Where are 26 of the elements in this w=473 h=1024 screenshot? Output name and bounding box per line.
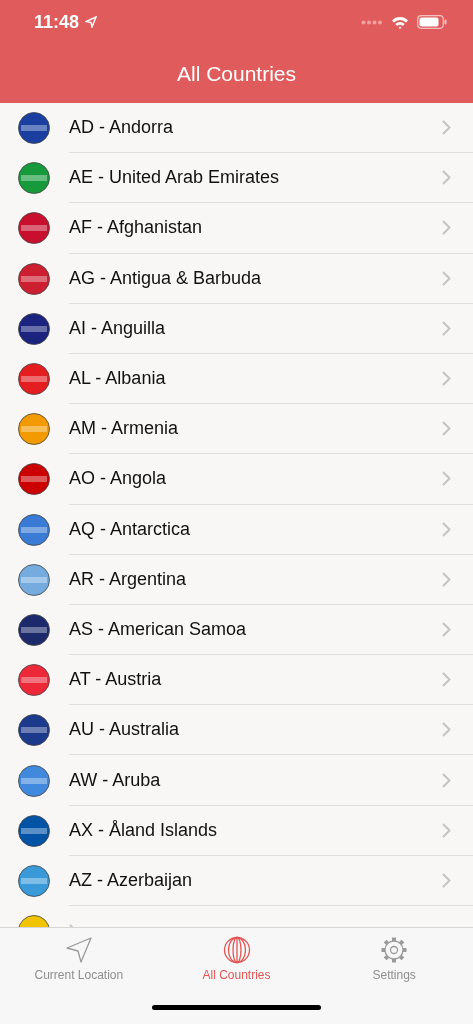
country-name[interactable]: AX - Åland Islands [69, 819, 442, 841]
battery-icon [417, 15, 447, 29]
country-name[interactable]: AR - Argentina [69, 568, 442, 590]
country-name[interactable]: AZ - Azerbaijan [69, 869, 442, 891]
country-name[interactable]: AL - Albania [69, 368, 442, 390]
tab-bar-item[interactable]: All Countries [157, 928, 316, 990]
globe-icon [222, 936, 251, 964]
country-name[interactable]: AG - Antigua & Barbuda [69, 267, 442, 289]
status-time: 11:48 [34, 11, 80, 33]
country-name[interactable]: AQ - Antarctica [69, 518, 442, 540]
country-name[interactable]: AT - Austria [69, 669, 442, 691]
country-name[interactable]: AU - Australia [69, 719, 442, 741]
signal-icon [361, 19, 383, 25]
country-name[interactable]: AI - Anguilla [69, 317, 442, 339]
nav-title: All Countries [176, 61, 297, 86]
country-name[interactable]: AW - Aruba [69, 769, 442, 791]
wifi-icon [391, 15, 409, 29]
settings-icon [380, 936, 409, 964]
location-arrow-icon [85, 16, 98, 28]
country-name[interactable]: AS - American Samoa [69, 618, 442, 640]
country-name[interactable]: AE - United Arab Emirates [69, 167, 442, 189]
location-arrow-icon [64, 936, 93, 964]
country-name[interactable]: AD - Andorra [69, 117, 442, 139]
country-name[interactable]: AM - Armenia [69, 418, 442, 440]
country-name[interactable]: AF - Afghanistan [69, 217, 442, 239]
country-name[interactable]: AO - Angola [69, 468, 442, 490]
